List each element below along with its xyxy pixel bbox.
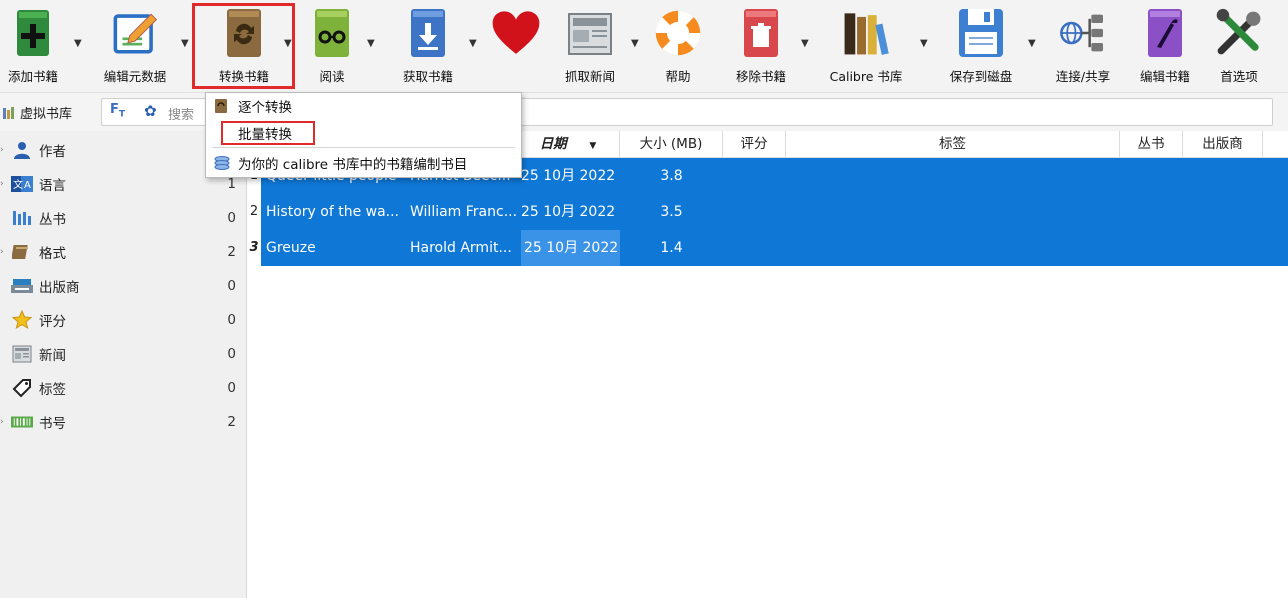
add-book-icon (8, 4, 58, 62)
barcode-icon (11, 412, 33, 432)
column-header-publisher[interactable]: 出版商 (1183, 131, 1263, 157)
main-toolbar: 添加书籍 ▼ 编辑元数据 ▼ 转换书籍 ▼ 阅读 ▼ 获取书籍 ▼ 抓取新闻 ▼… (0, 0, 1288, 93)
virtual-library-icon (3, 106, 14, 119)
edit-metadata-dropdown-arrow[interactable]: ▼ (181, 38, 189, 49)
book-icon (11, 242, 33, 262)
connect-share-button[interactable]: 连接/共享 (1045, 0, 1121, 92)
cell-title: Greuze (266, 240, 316, 256)
column-header-tags[interactable]: 标签 (786, 131, 1120, 157)
help-button[interactable]: 帮助 (648, 0, 708, 92)
column-header-rating[interactable]: 评分 (723, 131, 786, 157)
read-button[interactable]: 阅读 (303, 0, 361, 92)
sidebar-item-rating[interactable]: 评分 0 (0, 306, 246, 334)
tag-browser: › 作者 › 文A 语言 1 丛书 0 › 格式 2 出版商 0 评分 0 新闻… (0, 131, 247, 598)
sidebar-item-tags[interactable]: 标签 0 (0, 374, 246, 402)
person-icon (11, 140, 33, 160)
cell-size: 1.4 (660, 240, 683, 256)
help-icon (653, 4, 703, 62)
cell-size: 3.5 (660, 204, 683, 220)
remove-books-button[interactable]: 移除书籍 (728, 0, 794, 92)
convert-books-highlight (192, 3, 295, 89)
fetch-news-button[interactable]: 抓取新闻 (556, 0, 624, 92)
sort-arrow-icon: ▼ (589, 141, 597, 151)
edit-book-button[interactable]: 编辑书籍 (1132, 0, 1198, 92)
menu-item-convert-individually[interactable]: 逐个转换 (206, 93, 521, 119)
expand-arrow-icon[interactable]: › (0, 179, 4, 189)
search-placeholder: 搜索 (168, 108, 195, 123)
get-books-button[interactable]: 获取书籍 (392, 0, 464, 92)
gear-icon[interactable]: ✿ (144, 102, 157, 120)
fetch-news-icon (565, 4, 615, 62)
save-to-disk-icon (956, 4, 1006, 62)
sidebar-item-identifiers[interactable]: › 书号 2 (0, 408, 246, 436)
row-number: 2 (247, 194, 261, 230)
tag-icon (11, 378, 33, 398)
connect-share-icon (1058, 4, 1108, 62)
preferences-icon (1214, 4, 1264, 62)
get-books-icon (403, 4, 453, 62)
cell-date: 25 10月 2022 (521, 168, 616, 184)
bulk-convert-highlight (221, 121, 315, 145)
full-text-search-icon[interactable]: FT (110, 102, 125, 120)
news-icon (11, 344, 33, 364)
save-to-disk-dropdown-arrow[interactable]: ▼ (1028, 38, 1036, 49)
edit-metadata-button[interactable]: 编辑元数据 (93, 0, 177, 92)
column-header-date[interactable]: 日期 ▼ (517, 131, 620, 157)
heart-icon (491, 4, 541, 62)
search-bar-row: 虚拟书库 FT ✿ 搜索 (0, 93, 1288, 131)
cell-author: Harold Armit... (410, 240, 512, 256)
calibre-library-icon (841, 4, 891, 62)
expand-arrow-icon[interactable]: › (0, 247, 4, 257)
svg-text:文: 文 (13, 178, 23, 191)
book-list: 日期 ▼ 大小 (MB) 评分 标签 丛书 出版商 1 Queer little… (247, 131, 1288, 598)
menu-separator (212, 147, 515, 148)
virtual-library-button[interactable]: 虚拟书库 (2, 103, 72, 122)
publisher-icon (11, 276, 33, 296)
donate-button[interactable] (484, 0, 548, 92)
expand-arrow-icon[interactable]: › (0, 417, 4, 427)
edit-book-icon (1140, 4, 1190, 62)
convert-books-menu: 逐个转换 批量转换 为你的 calibre 书库中的书籍编制书目 (205, 92, 522, 178)
get-books-dropdown-arrow[interactable]: ▼ (469, 38, 477, 49)
fetch-news-dropdown-arrow[interactable]: ▼ (631, 38, 639, 49)
remove-books-dropdown-arrow[interactable]: ▼ (801, 38, 809, 49)
column-header-size[interactable]: 大小 (MB) (620, 131, 723, 157)
language-icon: 文A (11, 174, 33, 194)
cell-date: 25 10月 2022 (521, 204, 616, 220)
column-header-series[interactable]: 丛书 (1120, 131, 1183, 157)
read-dropdown-arrow[interactable]: ▼ (367, 38, 375, 49)
sidebar-item-publishers[interactable]: 出版商 0 (0, 272, 246, 300)
edit-metadata-icon (110, 4, 160, 62)
add-books-dropdown-arrow[interactable]: ▼ (74, 38, 82, 49)
calibre-library-button[interactable]: Calibre 书库 (818, 0, 914, 92)
add-books-button[interactable]: 添加书籍 (0, 0, 66, 92)
series-icon (11, 208, 33, 228)
read-icon (307, 4, 357, 62)
svg-text:A: A (24, 180, 31, 191)
cell-author: William Franc... (410, 204, 518, 220)
expand-arrow-icon[interactable]: › (0, 145, 4, 155)
virtual-library-label: 虚拟书库 (20, 107, 73, 122)
save-to-disk-button[interactable]: 保存到磁盘 (938, 0, 1024, 92)
catalog-icon (214, 155, 230, 171)
remove-books-icon (736, 4, 786, 62)
table-row[interactable]: 3 Greuze Harold Armit... 25 10月 2022 1.4 (247, 230, 1288, 266)
menu-item-create-catalog[interactable]: 为你的 calibre 书库中的书籍编制书目 (206, 150, 521, 176)
sidebar-item-formats[interactable]: › 格式 2 (0, 238, 246, 266)
cell-date-current: 25 10月 2022 (521, 230, 620, 266)
sidebar-item-news[interactable]: 新闻 0 (0, 340, 246, 368)
calibre-library-dropdown-arrow[interactable]: ▼ (920, 38, 928, 49)
table-row[interactable]: 2 History of the wa... William Franc... … (247, 194, 1288, 230)
convert-book-icon (214, 98, 230, 114)
star-icon (11, 310, 33, 330)
preferences-button[interactable]: 首选项 (1206, 0, 1272, 92)
cell-title: History of the wa... (266, 204, 400, 220)
cell-size: 3.8 (660, 168, 683, 184)
sidebar-item-series[interactable]: 丛书 0 (0, 204, 246, 232)
row-number: 3 (247, 230, 261, 266)
